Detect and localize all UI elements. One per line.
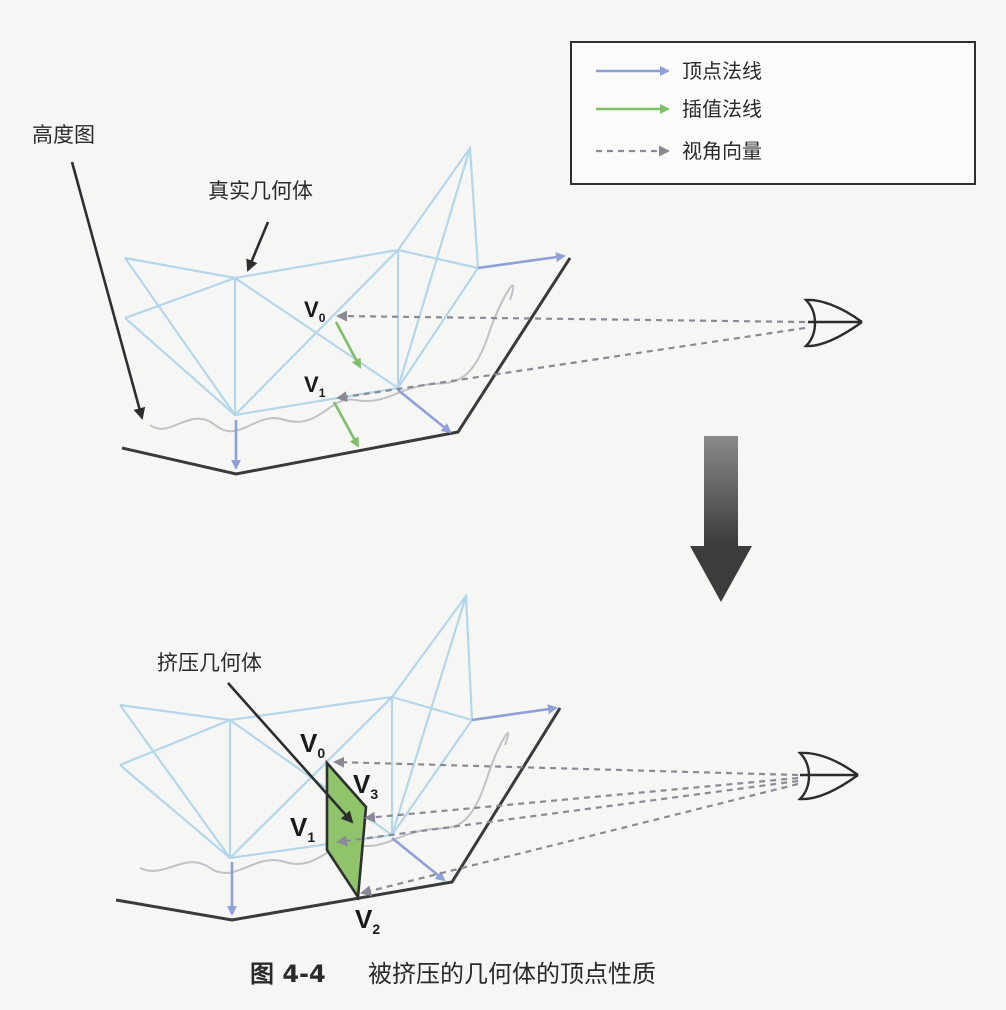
bottom-v1-label: V1	[290, 812, 315, 845]
bottom-panel: 挤压几何体 V0 V3 V1 V2	[115, 592, 859, 937]
top-interpolated-normal-v1	[332, 401, 360, 448]
top-view-vector-v1	[336, 326, 806, 403]
bottom-eye-icon	[797, 751, 859, 801]
top-real-geometry-pointer	[246, 221, 270, 272]
bottom-v2-label: V2	[355, 904, 380, 937]
legend: 顶点法线 插值法线 视角向量	[570, 41, 976, 185]
bottom-v0-label: V0	[300, 728, 325, 761]
top-v0-label: V0	[304, 297, 326, 325]
top-real-geometry-label: 真实几何体	[208, 179, 313, 203]
top-vertex-normal	[477, 252, 566, 270]
legend-box	[570, 41, 976, 185]
top-heightmap-curve	[149, 284, 515, 433]
bottom-v3-label: V3	[353, 769, 378, 802]
top-vertex-normal	[397, 388, 452, 434]
bottom-extruded-pointer	[227, 682, 354, 824]
transition-arrow	[690, 436, 752, 602]
figure-caption: 图 4-4 被挤压的几何体的顶点性质	[250, 960, 656, 988]
bottom-vertex-normal	[391, 836, 446, 882]
figure-diagram: 顶点法线 插值法线 视角向量 高度图 真实几何体 V0 V1 挤压几何体 V0 …	[32, 41, 976, 988]
bottom-vertex-normal	[471, 704, 558, 722]
top-v1-label: V1	[304, 372, 326, 400]
top-view-vector-v0	[336, 310, 806, 324]
bottom-view-vector-v0	[333, 756, 799, 777]
caption-text: 被挤压的几何体的顶点性质	[368, 960, 656, 988]
caption-number: 图 4-4	[250, 960, 326, 988]
legend-vertex-normal-label: 顶点法线	[682, 59, 762, 83]
bottom-extruded-label: 挤压几何体	[157, 651, 262, 675]
top-heightmap-label: 高度图	[32, 123, 95, 147]
legend-view-vector-label: 视角向量	[682, 139, 762, 163]
top-eye-icon	[803, 298, 863, 348]
bottom-view-vector-v2	[360, 782, 799, 897]
top-heightmap-pointer	[70, 161, 146, 420]
bottom-view-vector-v3	[364, 776, 799, 823]
legend-interpolated-normal-label: 插值法线	[682, 97, 762, 121]
top-base-outline	[121, 257, 572, 476]
top-interpolated-normal-v0	[334, 321, 362, 369]
